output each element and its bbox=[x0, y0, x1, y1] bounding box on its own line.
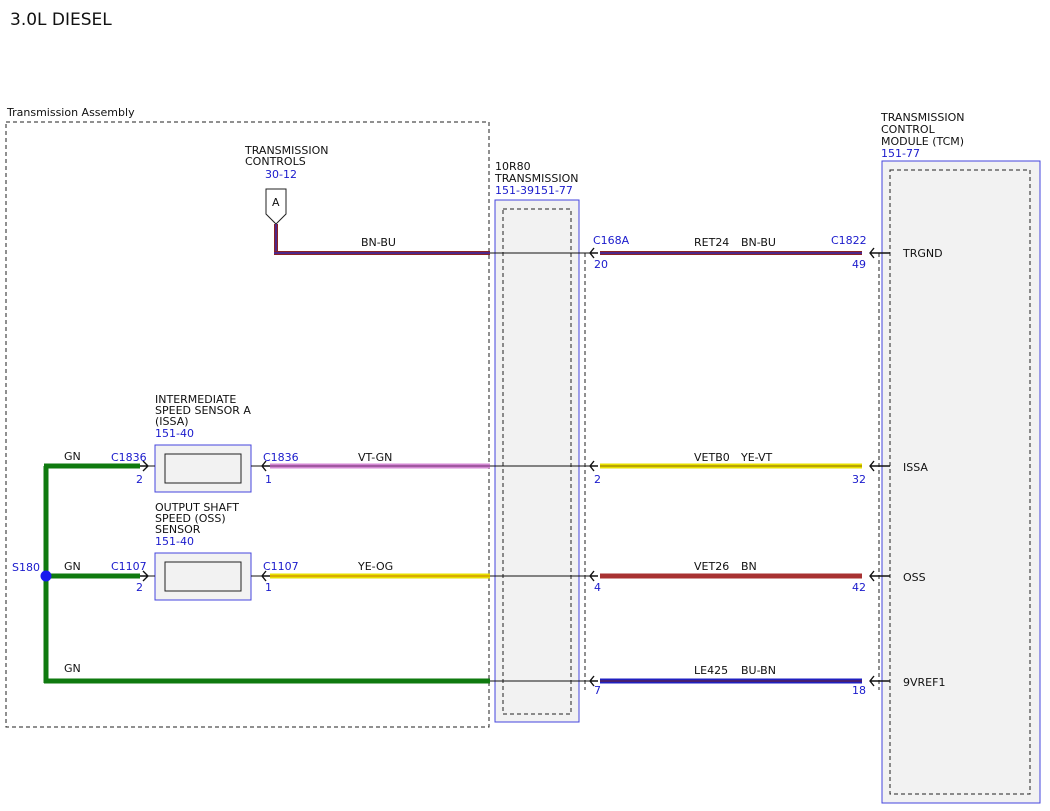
pin-32: 32 bbox=[852, 473, 866, 486]
issa-sensor-box bbox=[154, 444, 252, 493]
le425-circuit: LE425 bbox=[694, 664, 728, 677]
c168a-label[interactable]: C168A bbox=[593, 234, 630, 247]
ye-og-label: YE-OG bbox=[357, 560, 393, 573]
page-title: 3.0L DIESEL bbox=[10, 10, 112, 30]
vt-gn-label: VT-GN bbox=[358, 451, 392, 464]
signal-issa: ISSA bbox=[903, 461, 928, 474]
transmission-controls-ref[interactable]: 30-12 bbox=[265, 168, 297, 181]
vetb0-color: YE-VT bbox=[740, 451, 773, 464]
ret24-circuit: RET24 bbox=[694, 236, 729, 249]
oss-sensor-box bbox=[154, 552, 252, 601]
oss-right-pin: 1 bbox=[265, 581, 272, 594]
pin-4: 4 bbox=[594, 581, 601, 594]
oss-left-connector[interactable]: C1107 bbox=[111, 560, 147, 573]
pin-18: 18 bbox=[852, 684, 866, 697]
pin-7: 7 bbox=[594, 684, 601, 697]
transmission-10r80-ref[interactable]: 151-39151-77 bbox=[495, 184, 573, 197]
le425-color: BU-BN bbox=[741, 664, 776, 677]
issa-right-pin: 1 bbox=[265, 473, 272, 486]
gn-top-label: GN bbox=[64, 450, 81, 463]
tcm-ref[interactable]: 151-77 bbox=[881, 147, 920, 160]
signal-9vref1: 9VREF1 bbox=[903, 676, 945, 689]
issa-left-pin: 2 bbox=[136, 473, 143, 486]
vet26-color: BN bbox=[741, 560, 757, 573]
s180-label[interactable]: S180 bbox=[12, 561, 40, 574]
pin-20: 20 bbox=[594, 258, 608, 271]
transmission-10r80-box bbox=[494, 199, 580, 723]
c168a-oss-pin-icon bbox=[589, 570, 598, 582]
pin-2: 2 bbox=[594, 473, 601, 486]
issa-right-connector[interactable]: C1836 bbox=[263, 451, 299, 464]
oss-right-connector[interactable]: C1107 bbox=[263, 560, 299, 573]
signal-trgnd: TRGND bbox=[902, 247, 943, 260]
transmission-assembly-box bbox=[5, 121, 490, 728]
c168a-trgnd-pin-icon bbox=[589, 247, 598, 259]
pin-42: 42 bbox=[852, 581, 866, 594]
issa-left-connector[interactable]: C1836 bbox=[111, 451, 147, 464]
c1822-label[interactable]: C1822 bbox=[831, 234, 867, 247]
oss-ref[interactable]: 151-40 bbox=[155, 535, 194, 548]
oss-left-pin: 2 bbox=[136, 581, 143, 594]
wiring-diagram: 3.0L DIESEL Transmission Assembly TRANSM… bbox=[5, 10, 1041, 804]
vetb0-circuit: VETB0 bbox=[694, 451, 730, 464]
c168a-issa-pin-icon bbox=[589, 460, 598, 472]
gn-bottom-label: GN bbox=[64, 662, 81, 675]
s180-splice-dot[interactable] bbox=[40, 570, 52, 582]
signal-oss: OSS bbox=[903, 571, 926, 584]
bn-bu-wire-label: BN-BU bbox=[361, 236, 396, 249]
ret24-color: BN-BU bbox=[741, 236, 776, 249]
vet26-circuit: VET26 bbox=[694, 560, 729, 573]
issa-ref[interactable]: 151-40 bbox=[155, 427, 194, 440]
transmission-controls-name-2: CONTROLS bbox=[245, 155, 306, 168]
transmission-controls-marker-letter: A bbox=[272, 196, 280, 209]
pin-49: 49 bbox=[852, 258, 866, 271]
transmission-assembly-label: Transmission Assembly bbox=[6, 106, 135, 119]
gn-mid-label: GN bbox=[64, 560, 81, 573]
